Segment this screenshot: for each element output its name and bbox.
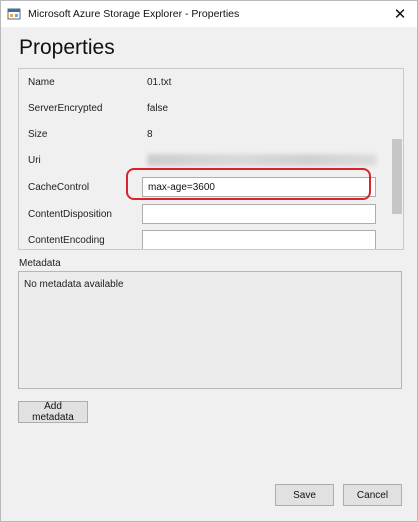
close-button[interactable]: ✕ xyxy=(383,1,417,27)
property-row-serverencrypted: ServerEncrypted false xyxy=(28,98,388,118)
property-value: 8 xyxy=(147,129,153,140)
property-name: Size xyxy=(28,129,48,140)
property-name: ServerEncrypted xyxy=(28,103,103,114)
property-row-cachecontrol: CacheControl xyxy=(28,177,388,197)
property-row-name: Name 01.txt xyxy=(28,72,388,92)
property-value: 01.txt xyxy=(147,77,172,88)
property-value: false xyxy=(147,103,169,114)
properties-window: Microsoft Azure Storage Explorer - Prope… xyxy=(0,0,418,522)
properties-scrollbar[interactable] xyxy=(391,69,403,249)
close-icon: ✕ xyxy=(393,6,407,23)
page-title: Properties xyxy=(19,36,115,59)
save-button[interactable]: Save xyxy=(275,484,334,506)
window-title: Microsoft Azure Storage Explorer - Prope… xyxy=(28,8,240,20)
property-name: ContentDisposition xyxy=(28,209,112,220)
property-name: CacheControl xyxy=(28,182,90,193)
metadata-empty-text: No metadata available xyxy=(24,279,124,290)
cachecontrol-input[interactable] xyxy=(142,177,376,197)
property-name: ContentEncoding xyxy=(28,235,105,246)
title-bar[interactable]: Microsoft Azure Storage Explorer - Prope… xyxy=(1,1,417,27)
properties-panel[interactable]: Name 01.txt ServerEncrypted false Size 8… xyxy=(18,68,404,250)
property-row-contentencoding: ContentEncoding xyxy=(28,230,388,249)
property-name: Uri xyxy=(28,155,41,166)
metadata-list[interactable]: No metadata available xyxy=(18,271,402,389)
blurred-uri-value xyxy=(147,154,377,166)
storage-explorer-icon xyxy=(7,8,21,20)
scrollbar-thumb[interactable] xyxy=(392,139,402,214)
property-name: Name xyxy=(28,77,55,88)
metadata-label: Metadata xyxy=(19,258,61,269)
property-row-size: Size 8 xyxy=(28,124,388,144)
property-row-uri: Uri xyxy=(28,150,388,170)
property-row-contentdisposition: ContentDisposition xyxy=(28,204,388,224)
add-metadata-button[interactable]: Add metadata xyxy=(18,401,88,423)
contentencoding-input[interactable] xyxy=(142,230,376,249)
contentdisposition-input[interactable] xyxy=(142,204,376,224)
cancel-button[interactable]: Cancel xyxy=(343,484,402,506)
